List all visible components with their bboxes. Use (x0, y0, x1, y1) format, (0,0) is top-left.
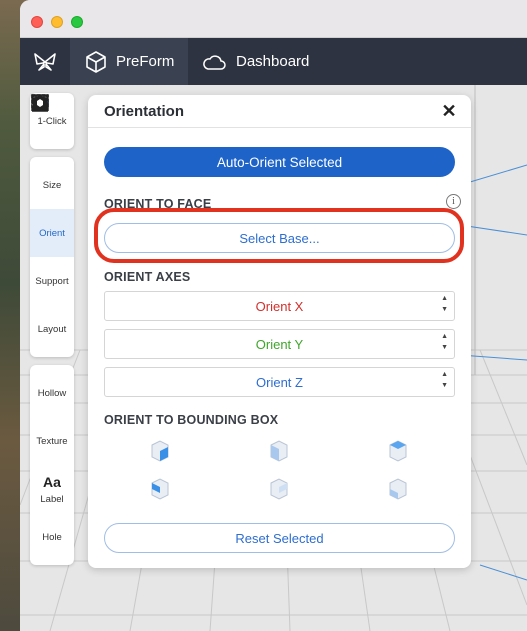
bbox-face-front-button[interactable] (148, 477, 172, 501)
tool-1-click-label: 1-Click (37, 115, 67, 127)
left-toolbar: 1-Click Size Orient Support Layout Hollo… (30, 93, 74, 565)
bbox-face-bottom-right-button[interactable] (148, 439, 172, 463)
tab-preform-label: PreForm (116, 53, 175, 70)
annotation-highlight (94, 208, 464, 263)
tool-orient[interactable]: Orient (30, 94, 74, 257)
minimize-window-button[interactable] (51, 16, 63, 28)
tool-group-2: Size Orient Support Layout (30, 94, 74, 357)
tool-hollow-label: Hollow (37, 387, 67, 399)
tab-dashboard-label: Dashboard (236, 53, 310, 70)
cube-face-icon (389, 440, 407, 462)
cube-face-icon (151, 440, 169, 462)
tool-hollow[interactable]: Hollow (30, 95, 74, 417)
tool-texture[interactable]: Texture (30, 94, 74, 465)
panel-divider (88, 127, 471, 128)
close-window-button[interactable] (31, 16, 43, 28)
bounding-box-grid (104, 439, 455, 509)
panel-title: Orientation (104, 103, 185, 120)
orient-x-label: Orient X (255, 298, 304, 314)
orient-z-label: Orient Z (256, 374, 303, 390)
orient-x-stepper[interactable]: ▲ ▼ (441, 295, 448, 314)
orient-z-stepper[interactable]: ▲ ▼ (441, 371, 448, 390)
tab-preform[interactable]: PreForm (70, 38, 188, 85)
tool-layout[interactable]: Layout (30, 95, 74, 353)
tool-size-label: Size (42, 179, 62, 191)
bbox-face-left-button[interactable] (267, 439, 291, 463)
tool-support[interactable]: Support (30, 96, 74, 305)
info-icon[interactable]: i (446, 194, 461, 209)
title-bar (20, 0, 527, 38)
label-icon: Aa (43, 474, 61, 490)
tool-group-3: Hollow Texture Aa Label Hole (30, 94, 74, 565)
zoom-window-button[interactable] (71, 16, 83, 28)
cube-face-icon (389, 478, 407, 500)
bbox-face-back-button[interactable] (386, 477, 410, 501)
tab-dashboard[interactable]: Dashboard (202, 38, 309, 85)
tool-texture-label: Texture (36, 435, 68, 447)
orient-x-control[interactable]: Orient X ▲ ▼ (104, 291, 455, 321)
butterfly-logo-icon (34, 52, 56, 71)
tool-size[interactable]: Size (30, 94, 74, 209)
tool-label-label: Label (40, 494, 64, 505)
cube-face-icon (270, 478, 288, 500)
tool-hole-label: Hole (42, 531, 62, 543)
cloud-icon (203, 54, 226, 70)
bbox-face-top-button[interactable] (386, 439, 410, 463)
orient-axes-heading: ORIENT AXES (104, 270, 191, 284)
reset-selected-button[interactable]: Reset Selected (104, 523, 455, 553)
tool-orient-label: Orient (39, 227, 65, 239)
app-window: PreForm Dashboard 1-Click Size Orient Su… (20, 0, 527, 631)
tool-layout-label: Layout (37, 323, 67, 335)
cube-face-icon (270, 440, 288, 462)
3d-viewport[interactable]: 1-Click Size Orient Support Layout Hollo… (20, 85, 527, 631)
tool-hole[interactable]: Hole (30, 95, 74, 561)
preform-cube-icon (86, 50, 106, 73)
bbox-face-right-button[interactable] (267, 477, 291, 501)
tool-label[interactable]: Aa Label (30, 465, 74, 513)
orient-y-label: Orient Y (255, 336, 304, 352)
orientation-panel: Orientation ✕ Auto-Orient Selected ORIEN… (88, 95, 471, 568)
orient-y-stepper[interactable]: ▲ ▼ (441, 333, 448, 352)
auto-orient-button[interactable]: Auto-Orient Selected (104, 147, 455, 177)
tool-support-label: Support (35, 275, 69, 287)
close-icon[interactable]: ✕ (439, 101, 459, 121)
app-bar: PreForm Dashboard (20, 38, 527, 85)
orient-to-bounding-box-heading: ORIENT TO BOUNDING BOX (104, 413, 279, 427)
cube-face-icon (151, 478, 169, 500)
formlabs-logo[interactable] (20, 38, 70, 85)
hole-icon (33, 95, 47, 111)
orient-y-control[interactable]: Orient Y ▲ ▼ (104, 329, 455, 359)
orient-z-control[interactable]: Orient Z ▲ ▼ (104, 367, 455, 397)
